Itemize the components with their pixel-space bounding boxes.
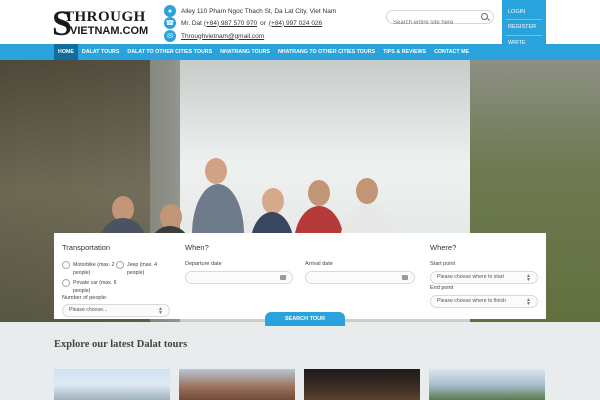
where-title: Where? bbox=[430, 243, 457, 252]
start-point-select[interactable]: Please choose where to start ▲ ▼ bbox=[430, 271, 538, 284]
when-title: When? bbox=[185, 243, 209, 252]
nav-item-nhatrang-tours[interactable]: NHATRANG TOURS bbox=[216, 44, 274, 60]
end-point-label: End point bbox=[430, 285, 454, 291]
transportation-title: Transportation bbox=[62, 243, 111, 252]
logo-text-line2: VIETNAM.COM bbox=[70, 25, 149, 37]
contact-email: ✉ Throughvietnam@gmail.com bbox=[164, 29, 264, 43]
jeep-radio[interactable] bbox=[116, 261, 124, 269]
end-point-value: Please choose where to finish bbox=[437, 298, 506, 304]
email-icon: ✉ bbox=[164, 30, 176, 42]
start-point-label: Start point bbox=[430, 261, 456, 267]
departure-date-input[interactable] bbox=[185, 271, 293, 284]
site-logo[interactable]: S THROUGH VIETNAM.COM bbox=[52, 5, 148, 41]
contact-phone: ☎ Mr. Dat (+84) 987 570 970 or (+84) 997… bbox=[164, 16, 322, 30]
num-people-value: Please choose... bbox=[69, 307, 108, 313]
search-input[interactable] bbox=[387, 17, 472, 29]
tour-search-form: Transportation Motorbike (max. 2 people)… bbox=[54, 233, 546, 319]
motorbike-radio[interactable] bbox=[62, 261, 70, 269]
search-icon[interactable] bbox=[481, 13, 488, 20]
dropdown-arrow-icon: ▲ ▼ bbox=[526, 273, 531, 283]
tour-card-image[interactable] bbox=[429, 369, 545, 400]
tour-card-image[interactable] bbox=[179, 369, 295, 400]
num-people-label: Number of people: bbox=[62, 295, 108, 301]
explore-title: Explore our latest Dalat tours bbox=[54, 339, 188, 350]
user-menu-divider bbox=[506, 35, 542, 36]
nav-item-dalat-tours[interactable]: DALAT TOURS bbox=[78, 44, 123, 60]
register-link[interactable]: REGISTER bbox=[502, 24, 542, 30]
phone-icon: ☎ bbox=[164, 17, 176, 29]
departure-label: Departure date bbox=[185, 261, 222, 267]
tour-card-image[interactable] bbox=[304, 369, 420, 400]
phone-link-2[interactable]: (+84) 997 024 026 bbox=[269, 20, 322, 27]
private-car-radio[interactable] bbox=[62, 279, 70, 287]
nav-item-home[interactable]: HOME bbox=[54, 44, 78, 60]
login-link[interactable]: LOGIN bbox=[502, 9, 531, 15]
dropdown-arrow-icon: ▲ ▼ bbox=[158, 306, 163, 316]
start-point-value: Please choose where to start bbox=[437, 274, 504, 280]
phone-or: or bbox=[260, 19, 266, 27]
arrival-label: Arrival date bbox=[305, 261, 333, 267]
main-nav: HOME DALAT TOURS DALAT TO OTHER CITIES T… bbox=[0, 44, 600, 60]
phone-link-1[interactable]: (+84) 987 570 970 bbox=[204, 20, 257, 27]
calendar-icon[interactable] bbox=[280, 275, 286, 280]
calendar-icon[interactable] bbox=[402, 275, 408, 280]
phone-prefix: Mr. Dat bbox=[181, 19, 202, 27]
private-car-label: Private car (max. 6 people) bbox=[73, 280, 117, 294]
end-point-select[interactable]: Please choose where to finish ▲ ▼ bbox=[430, 295, 538, 308]
nav-item-tips-reviews[interactable]: TIPS & REVIEWS bbox=[379, 44, 430, 60]
tour-card-image[interactable] bbox=[54, 369, 170, 400]
logo-text-line1: THROUGH bbox=[64, 9, 146, 25]
nav-item-nhatrang-other-cities[interactable]: NHATRANG TO OTHER CITIES TOURS bbox=[274, 44, 379, 60]
motorbike-label: Motorbike (max. 2 people) bbox=[73, 262, 115, 276]
dropdown-arrow-icon: ▲ ▼ bbox=[526, 297, 531, 307]
address-text: Alley 110 Pham Ngoc Thach St, Da Lat Cit… bbox=[181, 7, 337, 15]
nav-item-contact[interactable]: CONTACT ME bbox=[430, 44, 473, 60]
site-search[interactable] bbox=[386, 10, 494, 29]
nav-item-dalat-other-cities[interactable]: DALAT TO OTHER CITIES TOURS bbox=[123, 44, 216, 60]
email-link[interactable]: Throughvietnam@gmail.com bbox=[181, 33, 264, 40]
jeep-label: Jeep (max. 4 people) bbox=[127, 262, 157, 276]
user-menu-divider bbox=[506, 19, 542, 20]
num-people-select[interactable]: Please choose... ▲ ▼ bbox=[62, 304, 170, 317]
arrival-date-input[interactable] bbox=[305, 271, 415, 284]
search-tour-button[interactable]: SEARCH TOUR bbox=[265, 312, 345, 326]
